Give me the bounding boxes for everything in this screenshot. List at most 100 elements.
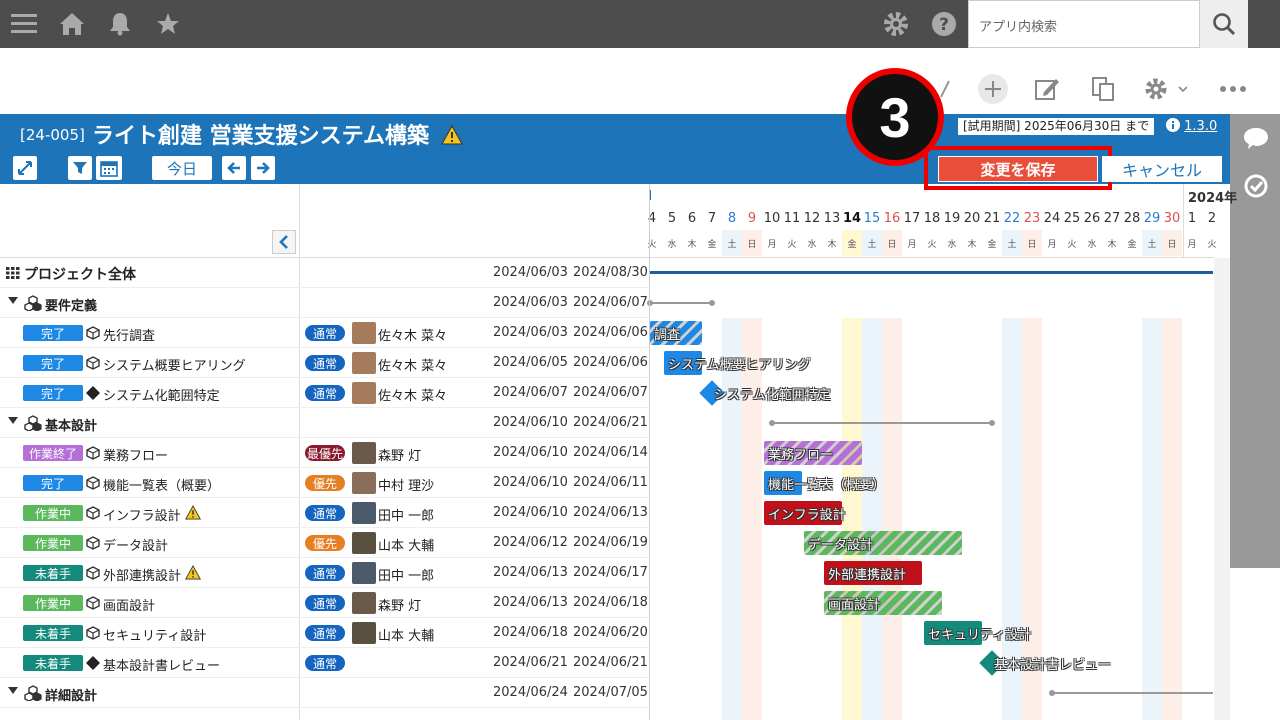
expand-caret-icon[interactable] (8, 417, 18, 424)
gantt-scrollbar[interactable] (1214, 258, 1230, 720)
task-name[interactable]: 基本設計書レビュー (103, 655, 220, 674)
task-bar[interactable]: 調査 (650, 321, 702, 345)
priority-badge[interactable]: 優先 (305, 475, 345, 491)
task-row[interactable]: 未着手 セキュリティ設計 通常 山本 大輔 2024/06/18 2024/06/20 (0, 618, 650, 648)
priority-badge[interactable]: 最優先 (305, 445, 345, 461)
collapse-panel-button[interactable] (272, 230, 296, 254)
next-button[interactable] (251, 156, 275, 180)
assignee-name[interactable]: 佐々木 菜々 (378, 325, 447, 344)
task-row[interactable]: 作業中 画面設計 通常 森野 灯 2024/06/13 2024/06/18 (0, 588, 650, 618)
assignee-name[interactable]: 佐々木 菜々 (378, 385, 447, 404)
priority-badge[interactable]: 通常 (305, 595, 345, 611)
task-row[interactable]: 作業中 データ設計 優先 山本 大輔 2024/06/12 2024/06/19 (0, 528, 650, 558)
settings-dropdown-button[interactable] (1140, 72, 1190, 106)
star-icon[interactable] (152, 8, 184, 40)
priority-badge[interactable]: 通常 (305, 325, 345, 341)
status-badge[interactable]: 作業中 (23, 595, 83, 611)
gear-icon (1145, 78, 1167, 100)
assignee-name[interactable]: 山本 大輔 (378, 625, 434, 644)
assignee-name[interactable]: 中村 理沙 (378, 475, 434, 494)
task-name[interactable]: 業務フロー (103, 445, 168, 464)
comment-icon[interactable] (1240, 122, 1272, 154)
prev-button[interactable] (222, 156, 246, 180)
task-bar[interactable]: インフラ設計 (764, 501, 846, 525)
task-bar[interactable]: セキュリティ設計 (924, 621, 1031, 645)
status-badge[interactable]: 未着手 (23, 625, 83, 641)
status-badge[interactable]: 未着手 (23, 565, 83, 581)
gear-icon[interactable] (880, 8, 912, 40)
activity-icon[interactable] (1240, 170, 1272, 202)
status-badge[interactable]: 未着手 (23, 655, 83, 671)
assignee-name[interactable]: 森野 灯 (378, 445, 421, 464)
status-badge[interactable]: 完了 (23, 325, 83, 341)
expand-caret-icon[interactable] (8, 297, 18, 304)
task-name[interactable]: システム概要ヒアリング (103, 355, 246, 374)
task-name[interactable]: データ設計 (103, 535, 168, 554)
status-badge[interactable]: 完了 (23, 355, 83, 371)
task-row[interactable]: 完了 システム概要ヒアリング 通常 佐々木 菜々 2024/06/05 2024/06/0… (0, 348, 650, 378)
help-icon[interactable]: ? (928, 8, 960, 40)
filter-button[interactable] (68, 156, 92, 180)
expand-button[interactable] (13, 156, 37, 180)
priority-badge[interactable]: 通常 (305, 655, 345, 671)
assignee-name[interactable]: 田中 一郎 (378, 505, 434, 524)
priority-badge[interactable]: 通常 (305, 625, 345, 641)
task-name[interactable]: 画面設計 (103, 595, 155, 614)
cube-icon (86, 356, 100, 370)
add-button[interactable] (976, 72, 1010, 106)
task-row[interactable]: 作業中 インフラ設計 通常 田中 一郎 2024/06/10 2024/06/13 (0, 498, 650, 528)
calendar-button[interactable] (96, 156, 122, 180)
status-badge[interactable]: 作業中 (23, 535, 83, 551)
task-bar[interactable]: 外部連携設計 (824, 561, 922, 585)
priority-badge[interactable]: 通常 (305, 385, 345, 401)
project-row[interactable]: プロジェクト全体 2024/06/03 2024/08/30 (0, 258, 650, 288)
task-row[interactable]: 作業終了 業務フロー 最優先 森野 灯 2024/06/10 2024/06/14 (0, 438, 650, 468)
weekday-label: 土 (1147, 240, 1157, 250)
task-name[interactable]: セキュリティ設計 (103, 625, 206, 644)
task-name[interactable]: システム化範囲特定 (103, 385, 220, 404)
task-row[interactable]: 未着手 基本設計書レビュー 通常 2024/06/21 2024/06/21 (0, 648, 650, 678)
assignee-name[interactable]: 田中 一郎 (378, 565, 434, 584)
expand-caret-icon[interactable] (8, 687, 18, 694)
priority-badge[interactable]: 通常 (305, 565, 345, 581)
today-button[interactable]: 今日 (152, 156, 212, 180)
copy-button[interactable] (1086, 72, 1120, 106)
task-bar[interactable]: 機能一覧表（概要） (764, 471, 885, 495)
more-icon[interactable] (1216, 72, 1250, 106)
home-icon[interactable] (56, 8, 88, 40)
search-button[interactable] (1200, 0, 1248, 48)
status-badge[interactable]: 作業終了 (23, 445, 83, 461)
status-badge[interactable]: 完了 (23, 385, 83, 401)
cancel-button[interactable]: キャンセル (1102, 156, 1222, 182)
task-row[interactable]: 未着手 外部連携設計 通常 田中 一郎 2024/06/13 2024/06/17 (0, 558, 650, 588)
task-row[interactable]: 完了 先行調査 通常 佐々木 菜々 2024/06/03 2024/06/06 (0, 318, 650, 348)
status-badge[interactable]: 完了 (23, 475, 83, 491)
group-row[interactable]: 要件定義 2024/06/03 2024/06/07 (0, 288, 650, 318)
group-row[interactable]: 詳細設計 2024/06/24 2024/07/05 (0, 678, 650, 708)
trial-period-label: [試用期間] 2025年06月30日 まで (958, 118, 1155, 135)
hamburger-menu-icon[interactable] (8, 8, 40, 40)
assignee-name[interactable]: 森野 灯 (378, 595, 421, 614)
task-name[interactable]: 先行調査 (103, 325, 155, 344)
task-row[interactable]: 完了 システム化範囲特定 通常 佐々木 菜々 2024/06/07 2024/06/07 (0, 378, 650, 408)
version-link[interactable]: 1.3.0 (1166, 118, 1217, 134)
priority-badge[interactable]: 通常 (305, 355, 345, 371)
status-badge[interactable]: 作業中 (23, 505, 83, 521)
task-row[interactable]: 完了 機能一覧表（概要） 優先 中村 理沙 2024/06/10 2024/06/11 (0, 468, 650, 498)
task-name[interactable]: 機能一覧表（概要） (103, 475, 220, 494)
task-name[interactable]: 外部連携設計 (103, 565, 181, 584)
task-bar[interactable]: システム概要ヒアリング (664, 351, 811, 375)
priority-badge[interactable]: 優先 (305, 535, 345, 551)
bell-icon[interactable] (104, 8, 136, 40)
priority-badge[interactable]: 通常 (305, 505, 345, 521)
group-row[interactable]: 基本設計 2024/06/10 2024/06/21 (0, 408, 650, 438)
task-bar[interactable]: 業務フロー (764, 441, 862, 465)
task-bar[interactable]: 画面設計 (824, 591, 942, 615)
task-bar[interactable]: データ設計 (804, 531, 962, 555)
task-name[interactable]: インフラ設計 (103, 505, 181, 524)
assignee-name[interactable]: 山本 大輔 (378, 535, 434, 554)
assignee-name[interactable]: 佐々木 菜々 (378, 355, 447, 374)
search-input[interactable]: アプリ内検索 (968, 0, 1200, 48)
group-name: 基本設計 (45, 419, 98, 434)
edit-button[interactable] (1030, 72, 1064, 106)
